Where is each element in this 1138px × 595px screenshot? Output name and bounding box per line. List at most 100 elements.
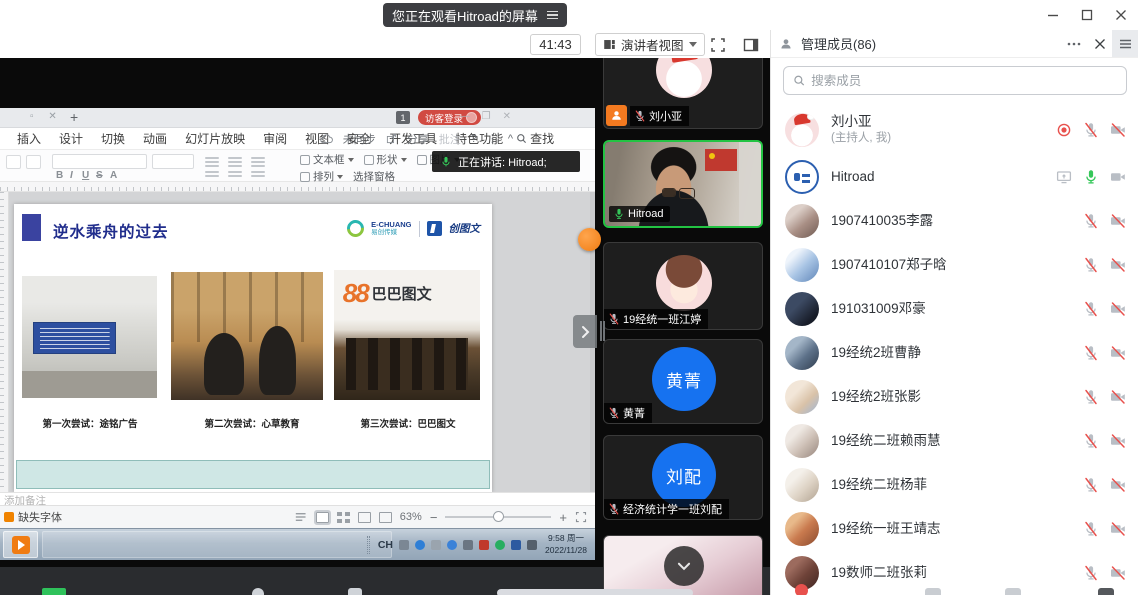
wps-menu-item[interactable]: 审阅 — [254, 130, 296, 147]
fullscreen-icon[interactable] — [707, 34, 729, 56]
reading-view-icon[interactable] — [358, 512, 371, 523]
record-icon[interactable] — [1056, 122, 1072, 138]
mic-icon[interactable] — [1083, 477, 1099, 493]
ribbon-button[interactable]: 文本框 — [300, 152, 354, 167]
camera-icon[interactable] — [1110, 433, 1126, 449]
wps-menu-item[interactable]: 设计 — [50, 130, 92, 147]
floating-assistant-icon[interactable] — [578, 228, 601, 251]
mic-icon[interactable] — [1083, 213, 1099, 229]
member-row[interactable]: 19经统2班曹静 — [771, 331, 1138, 375]
camera-icon[interactable] — [1110, 521, 1126, 537]
sync-status[interactable]: 未同步 — [343, 131, 376, 147]
ribbon-button[interactable]: 形状 — [364, 152, 407, 167]
video-tile[interactable]: 刘小亚 — [603, 58, 763, 129]
fit-slide-icon[interactable] — [575, 511, 587, 523]
align-left-icon[interactable] — [205, 157, 219, 159]
collapse-ribbon-icon[interactable]: ^ — [508, 133, 513, 145]
italic-icon[interactable]: I — [70, 170, 73, 181]
camera-icon[interactable] — [1110, 122, 1126, 138]
zoom-slider-knob[interactable] — [493, 511, 504, 522]
screen-viewing-banner[interactable]: 您正在观看Hitroad的屏幕 — [383, 3, 567, 27]
close-panel-icon[interactable] — [1094, 38, 1106, 50]
notes-toggle-icon[interactable] — [295, 512, 308, 522]
wps-menu-item[interactable]: 动画 — [134, 130, 176, 147]
qq-icon[interactable] — [415, 540, 425, 550]
flag-icon[interactable] — [511, 540, 521, 550]
normal-view-icon[interactable] — [316, 512, 329, 523]
mic-icon[interactable] — [613, 208, 625, 220]
camera-icon[interactable] — [1110, 389, 1126, 405]
camera-icon[interactable] — [1110, 301, 1126, 317]
member-row[interactable]: 19经统二班杨菲 — [771, 463, 1138, 507]
video-tile[interactable]: 黄菁黄菁 — [603, 339, 763, 424]
zoom-slider[interactable] — [445, 516, 551, 518]
mic-icon[interactable] — [1083, 389, 1099, 405]
wps-menu-item[interactable]: 切换 — [92, 130, 134, 147]
underline-icon[interactable]: U — [82, 170, 89, 181]
screen-share-icon[interactable] — [1056, 169, 1072, 185]
member-row[interactable]: 19经统二班赖雨慧 — [771, 419, 1138, 463]
minimize-icon[interactable] — [1046, 8, 1060, 22]
mic-icon[interactable] — [608, 503, 620, 515]
more-options-icon[interactable] — [1066, 37, 1082, 51]
scroll-more-button[interactable] — [664, 546, 704, 586]
slide-layout-icon[interactable] — [6, 155, 21, 169]
tray-expand-icon[interactable] — [527, 540, 537, 550]
security-icon[interactable] — [479, 540, 489, 550]
camera-icon[interactable] — [1110, 345, 1126, 361]
member-search-box[interactable] — [783, 66, 1127, 95]
mic-icon[interactable] — [1083, 301, 1099, 317]
mic-icon[interactable] — [1083, 122, 1099, 138]
font-color-icon[interactable]: A — [110, 170, 117, 181]
open-window-button[interactable] — [42, 531, 392, 558]
more-menu-icon[interactable]: ⋮ — [487, 132, 498, 145]
new-tab-button[interactable]: + — [70, 109, 78, 125]
view-mode-button[interactable]: 演讲者视图 — [595, 33, 705, 56]
wps-window-controls[interactable]: —❐✕ — [460, 111, 511, 122]
member-row[interactable]: 刘小亚(主持人, 我) — [771, 105, 1138, 155]
strikethrough-icon[interactable]: S — [96, 170, 103, 181]
close-icon[interactable] — [1114, 8, 1128, 22]
keyboard-icon[interactable] — [399, 540, 409, 550]
member-row[interactable]: 19经统2班张影 — [771, 375, 1138, 419]
banner-menu-icon[interactable] — [547, 11, 558, 20]
zoom-in-icon[interactable]: + — [559, 510, 567, 525]
camera-icon[interactable] — [1110, 169, 1126, 185]
wps-menu-item[interactable]: 幻灯片放映 — [176, 130, 254, 147]
mic-icon[interactable] — [1083, 169, 1099, 185]
slide-sorter-icon[interactable] — [337, 512, 350, 523]
member-row[interactable]: 191031009邓豪 — [771, 287, 1138, 331]
collapse-panel-handle[interactable] — [573, 315, 597, 348]
member-row[interactable]: 1907410035李露 — [771, 199, 1138, 243]
font-size-select[interactable] — [152, 154, 194, 169]
cloud-sync-icon[interactable] — [320, 134, 333, 144]
section-icon[interactable] — [26, 155, 41, 169]
font-name-select[interactable] — [52, 154, 147, 169]
mic-icon[interactable] — [1083, 521, 1099, 537]
indent-icon[interactable] — [251, 171, 265, 173]
video-tile[interactable]: Hitroad — [603, 140, 763, 228]
ime-indicator[interactable]: CH — [378, 539, 393, 551]
missing-font-warning[interactable]: 缺失字体 — [0, 509, 62, 525]
mic-icon[interactable] — [1083, 433, 1099, 449]
member-row[interactable]: Hitroad — [771, 155, 1138, 199]
camera-icon[interactable] — [1110, 213, 1126, 229]
volume-icon[interactable] — [463, 540, 473, 550]
antivirus-icon[interactable] — [495, 540, 505, 550]
align-center-icon[interactable] — [205, 171, 219, 173]
side-panel-icon[interactable] — [740, 34, 762, 56]
mic-icon[interactable] — [1083, 257, 1099, 273]
mic-icon[interactable] — [1083, 565, 1099, 581]
bold-icon[interactable]: B — [56, 170, 63, 181]
camera-icon[interactable] — [1110, 565, 1126, 581]
mic-icon[interactable] — [634, 110, 646, 122]
notes-area[interactable]: 添加备注 — [0, 492, 595, 505]
find-button[interactable]: 查找 — [516, 130, 554, 147]
bullet-list-icon[interactable] — [228, 157, 242, 159]
wps-menu-item[interactable]: 插入 — [8, 130, 50, 147]
numbered-list-icon[interactable] — [251, 157, 265, 159]
video-tile[interactable]: 刘配经济统计学一班刘配 — [603, 435, 763, 520]
member-row[interactable]: 19经统一班王靖志 — [771, 507, 1138, 551]
updates-icon[interactable] — [431, 540, 441, 550]
panel-layout-icon[interactable] — [1112, 30, 1138, 57]
